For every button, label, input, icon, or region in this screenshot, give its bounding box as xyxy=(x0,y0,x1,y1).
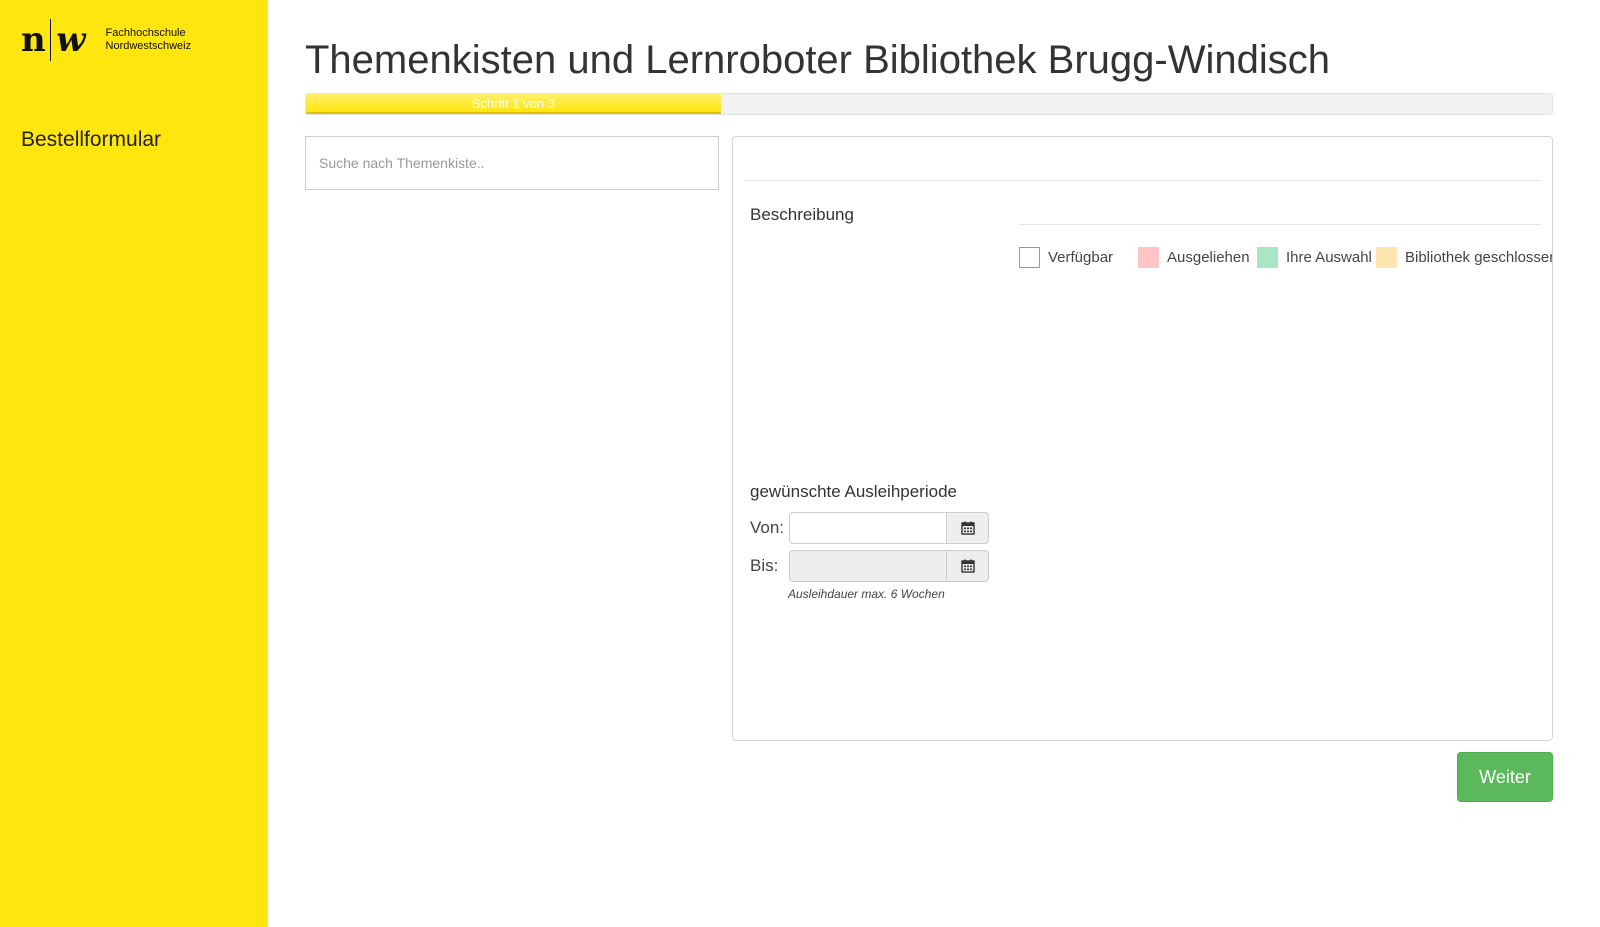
legend-item-borrowed: Ausgeliehen xyxy=(1138,246,1250,268)
divider xyxy=(744,180,1541,181)
logo-line-1: Fachhochschule xyxy=(105,27,186,39)
legend-swatch xyxy=(1138,246,1159,268)
description-heading: Beschreibung xyxy=(750,205,854,224)
sidebar-title: Bestellformular xyxy=(21,128,162,151)
loan-duration-hint: Ausleihdauer max. 6 Wochen xyxy=(788,587,945,601)
legend-item-available: Verfügbar xyxy=(1019,246,1113,268)
logo-letter-w: w xyxy=(56,20,86,60)
logo-text: Fachhochschule Nordwestschweiz xyxy=(106,27,192,53)
legend-item-selection: Ihre Auswahl xyxy=(1257,246,1372,268)
legend-label: Bibliothek geschlossen xyxy=(1405,248,1553,266)
progress-fill: Schritt 1 von 3 xyxy=(306,94,721,114)
legend-swatch xyxy=(1257,246,1278,268)
legend-label: Verfügbar xyxy=(1048,248,1114,266)
date-from-label: Von: xyxy=(750,518,785,537)
search-input[interactable] xyxy=(305,136,719,190)
progress-label: Schritt 1 von 3 xyxy=(471,96,555,111)
legend-swatch xyxy=(1376,246,1397,268)
step-progress-bar: Schritt 1 von 3 xyxy=(305,93,1553,115)
legend-item-library-closed: Bibliothek geschlossen xyxy=(1376,246,1553,268)
legend-label: Ausgeliehen xyxy=(1167,248,1250,266)
date-to-group xyxy=(789,550,989,582)
sidebar: n w Fachhochschule Nordwestschweiz Beste… xyxy=(0,0,268,927)
details-panel: Beschreibung Verfügbar Ausgeliehen Ihre … xyxy=(732,136,1553,741)
date-to-label: Bis: xyxy=(750,556,779,575)
logo-letter-n: n xyxy=(21,20,46,60)
next-button[interactable]: Weiter xyxy=(1457,752,1553,802)
loan-period-heading: gewünschte Ausleihperiode xyxy=(750,482,957,501)
divider xyxy=(1019,224,1541,225)
fhnw-logo[interactable]: n w Fachhochschule Nordwestschweiz xyxy=(21,19,191,61)
page-title: Themenkisten und Lernroboter Bibliothek … xyxy=(305,38,1330,82)
calendar-icon[interactable] xyxy=(947,512,989,544)
date-from-input[interactable] xyxy=(789,512,947,544)
date-from-row: Von: xyxy=(750,512,989,544)
date-to-row: Bis: xyxy=(750,550,989,582)
legend-label: Ihre Auswahl xyxy=(1286,248,1372,266)
date-to-input[interactable] xyxy=(789,550,947,582)
logo-line-2: Nordwestschweiz xyxy=(105,40,192,52)
logo-mark: n w xyxy=(21,19,86,61)
date-from-group xyxy=(789,512,989,544)
logo-divider xyxy=(49,19,52,61)
legend-swatch xyxy=(1019,246,1040,268)
main-content: Themenkisten und Lernroboter Bibliothek … xyxy=(305,0,1553,927)
calendar-icon[interactable] xyxy=(947,550,989,582)
